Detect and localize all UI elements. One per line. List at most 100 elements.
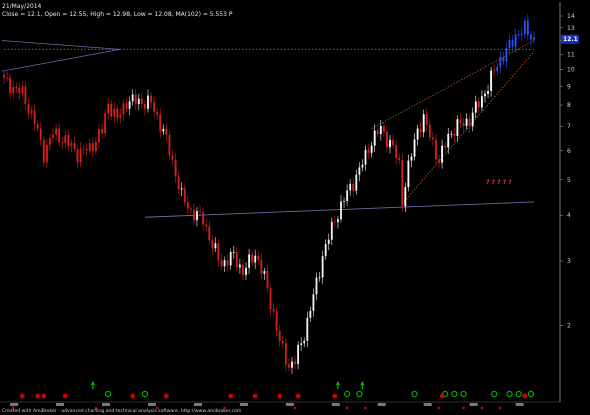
sell-signal-circle [332,393,338,399]
candle-body [153,102,156,112]
candle-body [514,34,517,47]
y-tick-label: 10 [567,67,575,74]
candle-body [39,128,42,140]
candle-body [82,148,85,150]
candle-body [278,330,281,342]
candle-body [159,114,162,132]
candle-body [330,221,333,240]
candle-body [196,211,198,221]
candle-body [484,93,486,97]
sell-signal-circle [228,393,234,399]
candle-body [125,103,128,109]
candle-body [189,208,192,210]
candle-body [520,33,523,36]
candle-body [245,267,247,276]
candle-body [131,94,134,102]
candle-body [444,145,447,148]
candle-body [468,118,471,127]
sell-dot [499,406,502,410]
candle-body [223,260,226,267]
candle-body [9,77,12,94]
candle-body [180,188,183,190]
candle-body [376,130,379,135]
candle-body [370,145,373,153]
candle-body [98,129,100,143]
candle-body [410,156,413,161]
candle-body [508,40,511,49]
candle-body [254,255,257,263]
candle-body [340,201,342,220]
ohlc-readout: Close = 12.1, Open = 12.55, High = 12.98… [2,11,233,18]
candle-body [523,20,526,34]
candle-body [493,70,496,72]
candle-body [174,159,177,177]
candle-body [517,34,520,36]
y-tick-label: 8 [567,102,571,109]
candle-body [401,160,404,207]
last-price-label: 12.1 [563,36,578,43]
candle-body [499,57,502,67]
candle-body [122,103,125,115]
candle-body [312,294,315,311]
candle-body [413,139,416,157]
y-tick-label: 13 [567,25,575,32]
candle-body [447,134,450,148]
candle-body [333,221,336,223]
chart-date-title: 21/May/2014 [2,3,42,10]
time-axis-marker [147,403,156,406]
candle-body [425,114,428,125]
candle-body [287,364,290,368]
candle-body [36,124,39,129]
time-axis-marker [423,403,432,406]
candle-body [162,128,165,132]
candle-body [505,48,508,62]
candle-body [85,148,88,151]
sell-signal-circle [252,393,258,399]
candle-body [52,134,54,139]
candle-body [269,288,272,309]
candle-body [76,149,79,163]
candle-body [30,110,33,114]
time-axis-marker [239,403,248,406]
candle-body [404,186,407,207]
candle-body [168,134,171,156]
candle-body [364,149,367,165]
candle-body [257,255,260,260]
candle-body [238,264,241,268]
candle-body [419,128,422,133]
candle-body [235,251,238,268]
chart-background [0,0,590,415]
sell-dot [437,406,441,410]
candle-body [101,129,103,134]
sell-dot [462,406,465,410]
candle-body [12,86,15,94]
candle-body [94,142,97,151]
candle-body [379,126,382,135]
sell-dot [480,406,484,410]
sell-signal-circle [295,393,301,399]
candle-body [306,317,309,341]
candle-body [343,201,345,202]
candle-body [438,159,440,163]
candle-body [297,344,300,365]
time-axis-marker [193,403,202,406]
candle-body [490,70,493,92]
y-tick-label: 3 [567,258,571,265]
candle-body [217,243,220,261]
y-tick-label: 6 [567,148,571,155]
candle-body [61,142,64,144]
candle-body [119,114,122,118]
candle-body [58,128,61,143]
time-axis-marker [285,403,294,406]
candle-body [496,66,499,72]
candle-body [263,271,266,274]
candle-body [392,139,394,146]
sell-dot [345,406,349,410]
y-tick-label: 14 [567,13,575,20]
candle-body [199,211,201,212]
candle-body [186,202,189,209]
candle-body [15,86,18,89]
y-tick-label: 4 [567,212,571,219]
candle-body [18,88,21,94]
sell-signal-circle [439,393,445,399]
